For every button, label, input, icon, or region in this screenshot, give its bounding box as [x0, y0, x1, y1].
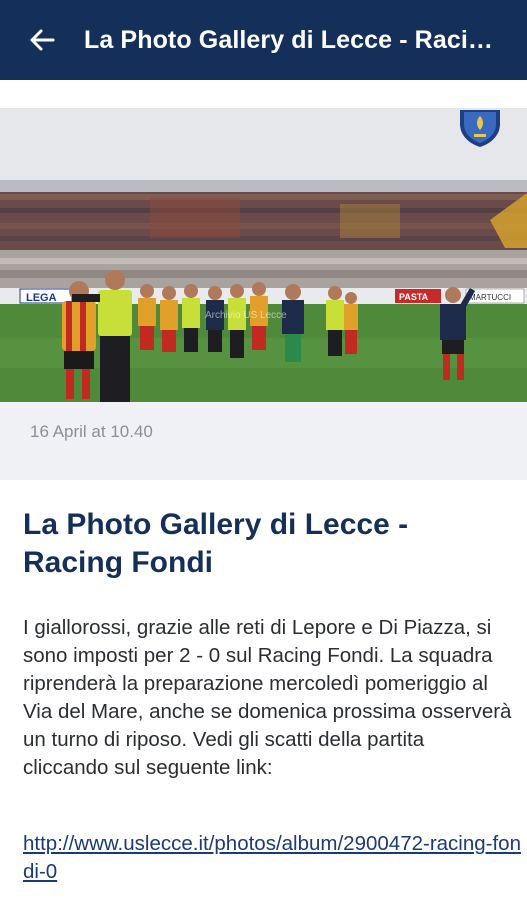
gallery-link[interactable]: http://www.uslecce.it/photos/album/29004… [23, 830, 523, 886]
club-crest-icon [460, 110, 500, 147]
app-bar: La Photo Gallery di Lecce - Racing Fondi [0, 0, 527, 80]
article-body: I giallorossi, grazie alle reti di Lepor… [23, 616, 512, 779]
publish-date: 16 April at 10.40 [30, 422, 153, 441]
board-martucci: MARTUCCI [469, 293, 511, 302]
page-title: La Photo Gallery di Lecce - Racing Fondi [84, 25, 504, 54]
back-button[interactable] [0, 0, 84, 80]
stadium-photo: LEGA PASTA MARTUCCI Archivio US Lecce [0, 108, 527, 402]
photo-watermark: Archivio US Lecce [205, 310, 287, 321]
meta-strip: 16 April at 10.40 [0, 402, 527, 480]
article-title: La Photo Gallery di Lecce - Racing Fondi [23, 508, 409, 579]
gallery-photo[interactable]: LEGA PASTA MARTUCCI Archivio US Lecce [0, 108, 527, 402]
arrow-left-icon [30, 29, 55, 51]
board-lega: LEGA [26, 292, 57, 304]
board-pasta: PASTA [399, 292, 429, 302]
